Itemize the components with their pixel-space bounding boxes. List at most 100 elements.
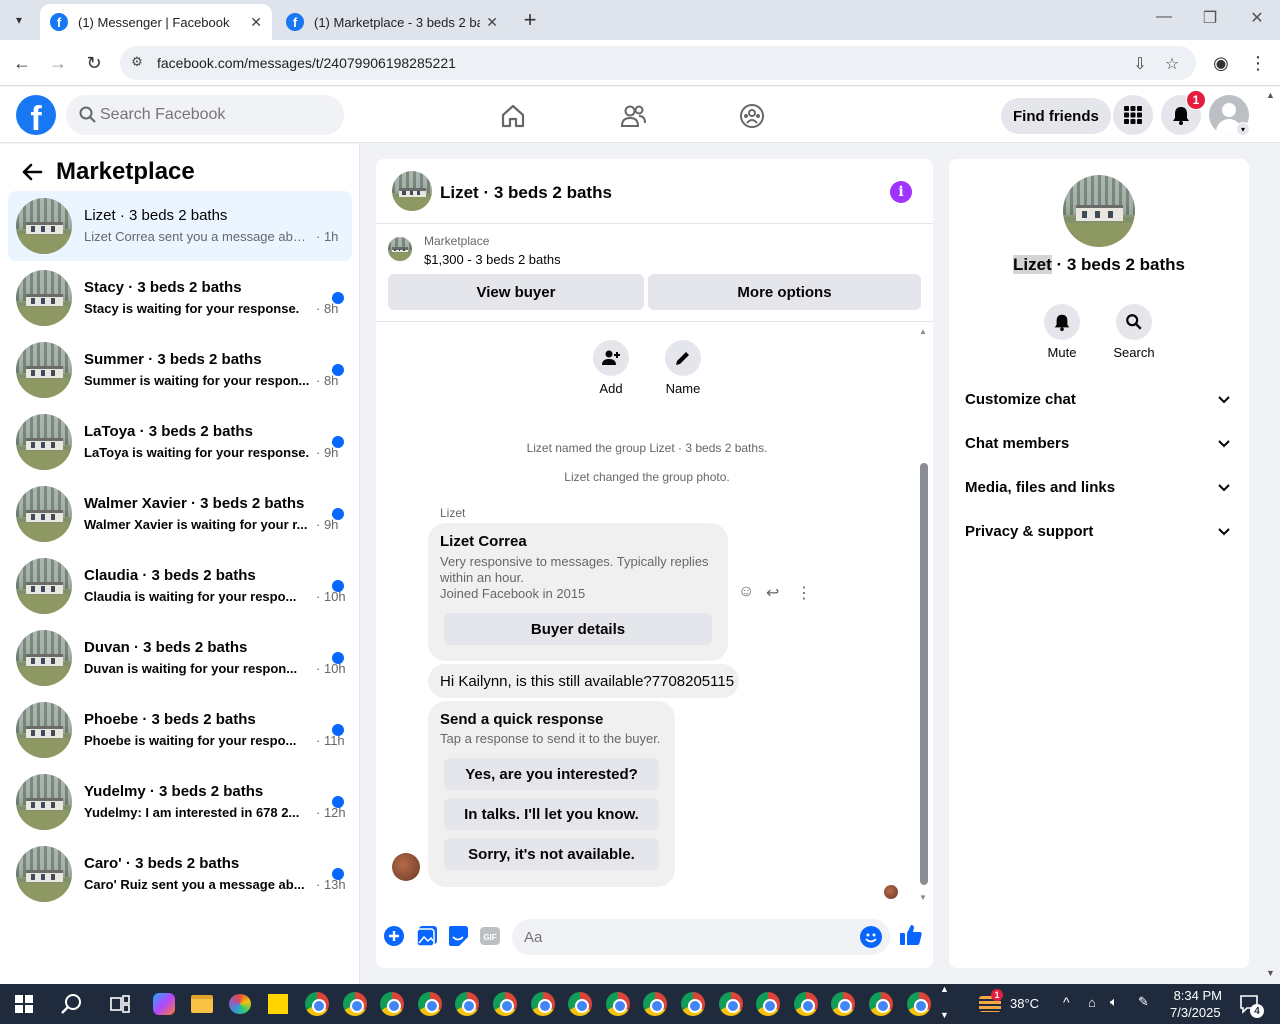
privacy-support-row[interactable]: Privacy & support bbox=[965, 511, 1237, 555]
chrome-taskbar-icon[interactable] bbox=[792, 990, 820, 1018]
site-settings-icon[interactable]: ⚙ bbox=[128, 54, 146, 72]
chrome-taskbar-icon[interactable] bbox=[341, 990, 369, 1018]
browser-tab-messenger[interactable]: f (1) Messenger | Facebook ✕ bbox=[40, 4, 272, 40]
chrome-taskbar-icon[interactable] bbox=[604, 990, 632, 1018]
chevron-down-icon[interactable]: ▾ bbox=[1236, 122, 1250, 136]
mute-bell-icon[interactable] bbox=[1044, 304, 1080, 340]
paint-icon[interactable] bbox=[226, 990, 254, 1018]
chat-thumbnail[interactable] bbox=[392, 171, 432, 211]
close-tab-icon[interactable]: ✕ bbox=[250, 14, 262, 31]
taskbar-scroll-up-icon[interactable]: ▲ bbox=[940, 984, 949, 994]
listing-thumbnail[interactable] bbox=[388, 237, 412, 261]
listing-price[interactable]: $1,300 - 3 beds 2 baths bbox=[424, 252, 561, 267]
file-explorer-icon[interactable] bbox=[188, 990, 216, 1018]
install-app-icon[interactable]: ⇩ bbox=[1130, 54, 1150, 74]
thumbs-up-icon[interactable] bbox=[899, 923, 923, 947]
more-actions-icon[interactable]: ⋮ bbox=[796, 583, 812, 603]
menu-grid-icon[interactable] bbox=[1113, 95, 1153, 135]
scroll-up-arrow-icon[interactable]: ▲ bbox=[919, 327, 927, 336]
conversation-item[interactable]: Stacy · 3 beds 2 baths Stacy is waiting f… bbox=[8, 263, 352, 333]
conversation-item[interactable]: Claudia · 3 beds 2 baths Claudia is waiti… bbox=[8, 551, 352, 621]
edit-name-pencil-icon[interactable] bbox=[665, 340, 701, 376]
chrome-taskbar-icon[interactable] bbox=[453, 990, 481, 1018]
chrome-taskbar-icon[interactable] bbox=[303, 990, 331, 1018]
facebook-search[interactable] bbox=[66, 95, 344, 135]
back-arrow-icon[interactable] bbox=[20, 160, 44, 184]
omnibox[interactable]: ⚙ facebook.com/messages/t/24079906198285… bbox=[120, 46, 1196, 80]
message-input[interactable] bbox=[524, 919, 844, 955]
chrome-taskbar-icon[interactable] bbox=[566, 990, 594, 1018]
emoji-icon[interactable] bbox=[860, 926, 882, 948]
scrollbar-thumb[interactable] bbox=[920, 463, 928, 885]
conversation-item[interactable]: Caro' · 3 beds 2 baths Caro' Ruiz sent yo… bbox=[8, 839, 352, 909]
chrome-taskbar-icon[interactable] bbox=[754, 990, 782, 1018]
pen-icon[interactable]: ✎ bbox=[1138, 994, 1149, 1010]
windows-start-icon[interactable] bbox=[10, 990, 38, 1018]
quick-response-yes-button[interactable]: Yes, are you interested? bbox=[444, 758, 659, 790]
groups-nav-icon[interactable] bbox=[735, 99, 769, 133]
conversation-item[interactable]: Yudelmy · 3 beds 2 baths Yudelmy: I am in… bbox=[8, 767, 352, 837]
chrome-taskbar-icon[interactable] bbox=[416, 990, 444, 1018]
temperature[interactable]: 38°C bbox=[1010, 996, 1039, 1011]
message-input-box[interactable] bbox=[512, 919, 890, 955]
search-input[interactable] bbox=[100, 95, 330, 135]
quick-response-unavailable-button[interactable]: Sorry, it's not available. bbox=[444, 838, 659, 870]
plus-circle-icon[interactable] bbox=[383, 925, 405, 947]
taskbar-scroll-down-icon[interactable]: ▼ bbox=[940, 1010, 949, 1020]
chat-scrollbar[interactable]: ▲ ▼ bbox=[919, 327, 928, 902]
chrome-taskbar-icon[interactable] bbox=[529, 990, 557, 1018]
chrome-taskbar-icon[interactable] bbox=[867, 990, 895, 1018]
close-window-button[interactable]: ✕ bbox=[1245, 8, 1269, 28]
add-person-icon[interactable] bbox=[593, 340, 629, 376]
menu-dots-icon[interactable]: ⋮ bbox=[1245, 50, 1271, 76]
show-hidden-icons-chevron-icon[interactable]: ^ bbox=[1063, 994, 1070, 1010]
chat-members-row[interactable]: Chat members bbox=[965, 423, 1237, 467]
conversation-item[interactable]: Lizet · 3 beds 2 baths Lizet Correa sent … bbox=[8, 191, 352, 261]
chat-title[interactable]: Lizet · 3 beds 2 baths bbox=[440, 183, 612, 203]
view-buyer-button[interactable]: View buyer bbox=[388, 274, 644, 310]
react-smiley-icon[interactable]: ☺ bbox=[738, 583, 754, 601]
clock-date[interactable]: 7/3/2025 bbox=[1170, 1005, 1221, 1020]
friends-nav-icon[interactable] bbox=[616, 99, 650, 133]
chrome-taskbar-icon[interactable] bbox=[717, 990, 745, 1018]
chrome-taskbar-icon[interactable] bbox=[679, 990, 707, 1018]
sticky-notes-icon[interactable] bbox=[264, 990, 292, 1018]
conversation-item[interactable]: Summer · 3 beds 2 baths Summer is waiting… bbox=[8, 335, 352, 405]
clock-time[interactable]: 8:34 PM bbox=[1172, 988, 1222, 1003]
reply-icon[interactable]: ↩ bbox=[766, 583, 779, 603]
bookmark-star-icon[interactable]: ☆ bbox=[1162, 54, 1182, 74]
gif-icon[interactable]: GIF bbox=[479, 925, 501, 947]
conversation-item[interactable]: Walmer Xavier · 3 beds 2 baths Walmer Xav… bbox=[8, 479, 352, 549]
chrome-taskbar-icon[interactable] bbox=[378, 990, 406, 1018]
find-friends-button[interactable]: Find friends bbox=[1001, 98, 1111, 134]
scroll-down-arrow-icon[interactable]: ▼ bbox=[919, 893, 927, 902]
buyer-details-button[interactable]: Buyer details bbox=[444, 613, 712, 645]
search-icon[interactable] bbox=[1116, 304, 1152, 340]
chrome-taskbar-icon[interactable] bbox=[829, 990, 857, 1018]
new-tab-button[interactable]: + bbox=[518, 8, 542, 32]
url-text[interactable]: facebook.com/messages/t/2407990619828522… bbox=[157, 55, 456, 71]
more-options-button[interactable]: More options bbox=[648, 274, 921, 310]
minimize-button[interactable]: — bbox=[1152, 8, 1176, 26]
back-button[interactable]: ← bbox=[9, 50, 35, 76]
restore-button[interactable]: ❐ bbox=[1198, 8, 1222, 28]
chrome-taskbar-icon[interactable] bbox=[905, 990, 933, 1018]
search-icon[interactable] bbox=[58, 990, 86, 1018]
photo-icon[interactable] bbox=[416, 925, 438, 947]
close-tab-icon[interactable]: ✕ bbox=[486, 14, 498, 31]
network-icon[interactable]: ⌂ bbox=[1088, 995, 1096, 1010]
facebook-logo-icon[interactable]: f bbox=[16, 95, 56, 135]
message-bubble[interactable]: Hi Kailynn, is this still available?7708… bbox=[428, 664, 739, 698]
quick-response-talks-button[interactable]: In talks. I'll let you know. bbox=[444, 798, 659, 830]
browser-tab-marketplace[interactable]: f (1) Marketplace - 3 beds 2 bath ✕ bbox=[276, 4, 508, 40]
tab-search-button[interactable]: ▾ bbox=[6, 8, 32, 32]
profile-icon[interactable]: ◉ bbox=[1208, 50, 1234, 76]
forward-button[interactable]: → bbox=[45, 50, 71, 76]
conversation-item[interactable]: Duvan · 3 beds 2 baths Duvan is waiting f… bbox=[8, 623, 352, 693]
reload-button[interactable]: ↻ bbox=[81, 50, 107, 76]
sticker-icon[interactable] bbox=[447, 925, 469, 947]
info-icon[interactable]: i bbox=[890, 181, 912, 203]
chrome-taskbar-icon[interactable] bbox=[491, 990, 519, 1018]
conversation-item[interactable]: Phoebe · 3 beds 2 baths Phoebe is waiting… bbox=[8, 695, 352, 765]
volume-icon[interactable]: 🔈︎ bbox=[1110, 994, 1118, 1010]
